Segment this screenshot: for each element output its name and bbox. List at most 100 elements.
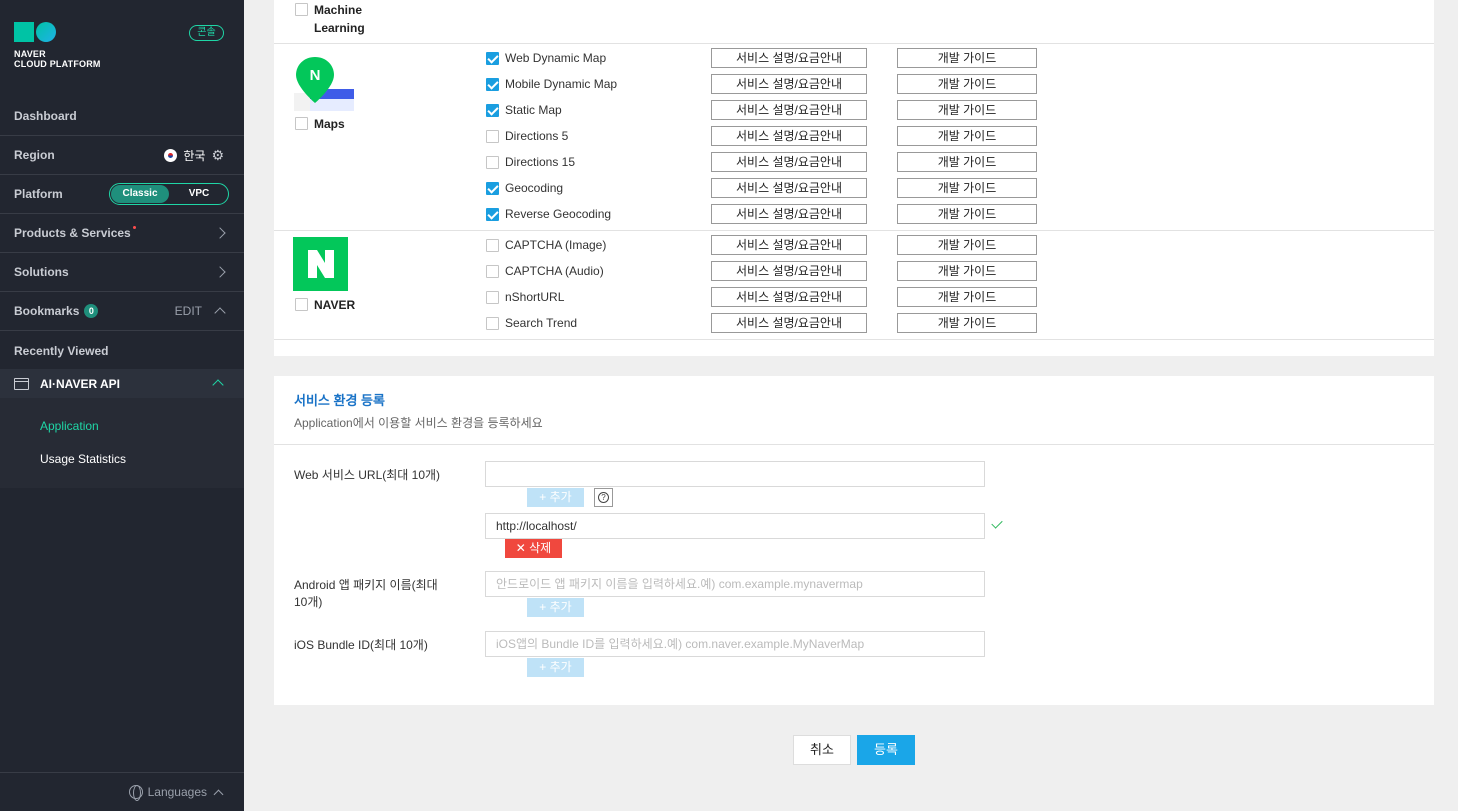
ios-bundle-label: iOS Bundle ID(최대 10개) bbox=[294, 638, 428, 652]
naver-category-checkbox[interactable] bbox=[295, 298, 308, 311]
dev-guide-button[interactable]: 개발 가이드 bbox=[897, 287, 1037, 307]
api-checkbox[interactable] bbox=[486, 208, 499, 221]
service-desc-button[interactable]: 서비스 설명/요금안내 bbox=[711, 287, 867, 307]
api-name: Directions 15 bbox=[505, 155, 576, 169]
bookmarks-count-badge: 0 bbox=[84, 304, 99, 318]
logo-line1: NAVER bbox=[14, 49, 46, 59]
languages-selector[interactable]: Languages bbox=[0, 772, 244, 811]
nav-solutions[interactable]: Solutions bbox=[0, 253, 244, 292]
service-desc-button[interactable]: 서비스 설명/요금안내 bbox=[711, 235, 867, 255]
api-checkbox[interactable] bbox=[486, 104, 499, 117]
nav-dashboard[interactable]: Dashboard bbox=[0, 97, 244, 136]
api-checkbox[interactable] bbox=[486, 239, 499, 252]
divider bbox=[274, 444, 1434, 445]
console-badge[interactable]: 콘솔 bbox=[189, 25, 224, 41]
platform-vpc-option[interactable]: VPC bbox=[170, 184, 228, 204]
api-checkbox[interactable] bbox=[486, 156, 499, 169]
check-icon bbox=[991, 517, 1003, 529]
dev-guide-button[interactable]: 개발 가이드 bbox=[897, 126, 1037, 146]
web-url-input-new[interactable] bbox=[485, 461, 985, 487]
web-url-add-button[interactable]: + 추가 bbox=[527, 488, 584, 507]
nav-ai-naver-api-label: AI·NAVER API bbox=[40, 376, 121, 391]
plus-icon: + bbox=[539, 490, 550, 504]
api-name: Search Trend bbox=[505, 316, 578, 330]
help-button[interactable]: ? bbox=[594, 488, 613, 507]
web-url-label: Web 서비스 URL(최대 10개) bbox=[294, 468, 441, 482]
chevron-up-icon[interactable] bbox=[214, 307, 226, 319]
sidebar: NAVER CLOUD PLATFORM 콘솔 Dashboard Region … bbox=[0, 0, 244, 811]
dev-guide-button[interactable]: 개발 가이드 bbox=[897, 313, 1037, 333]
dev-guide-button[interactable]: 개발 가이드 bbox=[897, 178, 1037, 198]
web-url-delete-button[interactable]: ✕ 삭제 bbox=[505, 539, 562, 558]
gear-icon[interactable]: ⚙ bbox=[211, 147, 224, 164]
service-desc-button[interactable]: 서비스 설명/요금안내 bbox=[711, 204, 867, 224]
api-checkbox[interactable] bbox=[486, 182, 499, 195]
register-button[interactable]: 등록 bbox=[857, 735, 915, 765]
dev-guide-button[interactable]: 개발 가이드 bbox=[897, 204, 1037, 224]
nav-platform: Platform Classic VPC bbox=[0, 175, 244, 214]
api-list-panel: Machine Learning Maps Web Dynamic Map 서비스… bbox=[274, 0, 1434, 356]
service-env-panel: 서비스 환경 등록 Application에서 이용할 서비스 환경을 등록하세… bbox=[274, 376, 1434, 705]
platform-toggle[interactable]: Classic VPC bbox=[109, 183, 229, 205]
api-checkbox[interactable] bbox=[486, 265, 499, 278]
cancel-button[interactable]: 취소 bbox=[793, 735, 851, 765]
delete-button-label: 삭제 bbox=[529, 541, 552, 555]
service-desc-button[interactable]: 서비스 설명/요금안내 bbox=[711, 74, 867, 94]
add-button-label: 추가 bbox=[549, 600, 572, 614]
bookmarks-edit-button[interactable]: EDIT bbox=[175, 304, 202, 318]
service-desc-button[interactable]: 서비스 설명/요금안내 bbox=[711, 48, 867, 68]
api-checkbox[interactable] bbox=[486, 130, 499, 143]
nav-recently-viewed[interactable]: Recently Viewed bbox=[0, 331, 244, 370]
api-name: Reverse Geocoding bbox=[505, 207, 612, 221]
new-dot-icon bbox=[132, 225, 136, 229]
close-icon: ✕ bbox=[515, 541, 530, 555]
dev-guide-button[interactable]: 개발 가이드 bbox=[897, 261, 1037, 281]
api-checkbox[interactable] bbox=[486, 317, 499, 330]
submenu-usage-statistics[interactable]: Usage Statistics bbox=[40, 452, 126, 466]
service-desc-button[interactable]: 서비스 설명/요금안내 bbox=[711, 126, 867, 146]
dev-guide-button[interactable]: 개발 가이드 bbox=[897, 48, 1037, 68]
dev-guide-button[interactable]: 개발 가이드 bbox=[897, 100, 1037, 120]
korea-flag-icon bbox=[164, 148, 178, 162]
maps-category-checkbox[interactable] bbox=[295, 117, 308, 130]
service-desc-button[interactable]: 서비스 설명/요금안내 bbox=[711, 261, 867, 281]
platform-classic-option[interactable]: Classic bbox=[111, 185, 169, 203]
service-desc-button[interactable]: 서비스 설명/요금안내 bbox=[711, 313, 867, 333]
dev-guide-button[interactable]: 개발 가이드 bbox=[897, 235, 1037, 255]
nav-region[interactable]: Region 한국 ⚙ bbox=[0, 136, 244, 175]
api-checkbox[interactable] bbox=[486, 291, 499, 304]
region-value: 한국 bbox=[183, 148, 206, 163]
api-name: CAPTCHA (Audio) bbox=[505, 264, 604, 278]
divider bbox=[274, 230, 1434, 231]
chevron-right-icon bbox=[214, 227, 226, 239]
svg-text:N: N bbox=[310, 67, 321, 84]
web-url-input[interactable]: http://localhost/ bbox=[485, 513, 985, 539]
nav-ai-naver-api[interactable]: AI·NAVER API bbox=[0, 369, 244, 398]
divider bbox=[274, 339, 1434, 340]
nav-region-label: Region bbox=[14, 148, 55, 162]
api-name: Mobile Dynamic Map bbox=[505, 77, 618, 91]
api-checkbox[interactable] bbox=[486, 52, 499, 65]
machine-learning-label: Machine Learning bbox=[314, 3, 365, 35]
machine-learning-checkbox[interactable] bbox=[295, 3, 308, 16]
nav-products[interactable]: Products & Services bbox=[0, 214, 244, 253]
api-checkbox[interactable] bbox=[486, 78, 499, 91]
nav-platform-label: Platform bbox=[14, 187, 63, 201]
api-name: Static Map bbox=[505, 103, 562, 117]
nav-solutions-label: Solutions bbox=[14, 265, 69, 279]
api-name: CAPTCHA (Image) bbox=[505, 238, 607, 252]
submenu-application[interactable]: Application bbox=[40, 419, 99, 433]
naver-cloud-logo[interactable]: NAVER CLOUD PLATFORM bbox=[14, 22, 101, 69]
android-add-button[interactable]: + 추가 bbox=[527, 598, 584, 617]
service-desc-button[interactable]: 서비스 설명/요금안내 bbox=[711, 152, 867, 172]
ios-add-button[interactable]: + 추가 bbox=[527, 658, 584, 677]
dev-guide-button[interactable]: 개발 가이드 bbox=[897, 74, 1037, 94]
add-button-label: 추가 bbox=[549, 490, 572, 504]
service-desc-button[interactable]: 서비스 설명/요금안내 bbox=[711, 100, 867, 120]
nav-bookmarks[interactable]: Bookmarks 0 EDIT bbox=[0, 292, 244, 331]
dev-guide-button[interactable]: 개발 가이드 bbox=[897, 152, 1037, 172]
ios-bundle-input[interactable]: iOS앱의 Bundle ID를 입력하세요.예) com.naver.exam… bbox=[485, 631, 985, 657]
api-submenu: Application Usage Statistics bbox=[0, 398, 244, 488]
android-package-input[interactable]: 안드로이드 앱 패키지 이름을 입력하세요.예) com.example.myn… bbox=[485, 571, 985, 597]
service-desc-button[interactable]: 서비스 설명/요금안내 bbox=[711, 178, 867, 198]
